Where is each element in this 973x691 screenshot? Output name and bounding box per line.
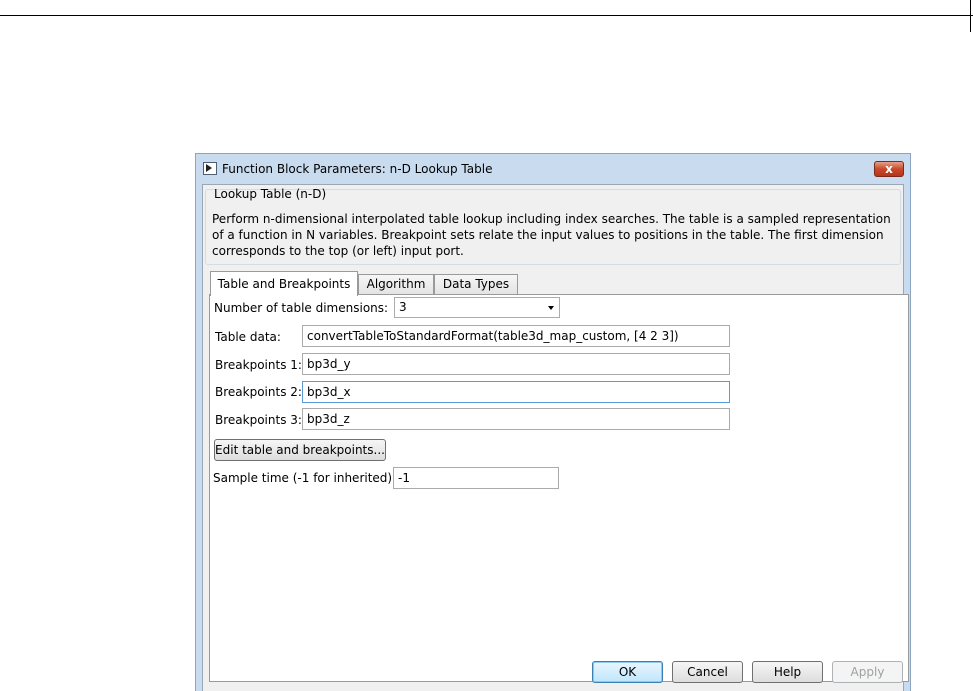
sample-time-label: Sample time (-1 for inherited): (213, 471, 397, 485)
tab-panel: Number of table dimensions: 3 Table data… (209, 294, 909, 682)
dimensions-label: Number of table dimensions: (214, 301, 389, 315)
title-bar[interactable]: Function Block Parameters: n-D Lookup Ta… (196, 154, 910, 184)
breakpoints-1-input[interactable]: bp3d_y (302, 353, 730, 375)
cancel-button[interactable]: Cancel (672, 661, 743, 683)
description-text: Perform n-dimensional interpolated table… (212, 212, 891, 258)
breakpoints-2-label: Breakpoints 2: (215, 385, 302, 399)
description-title: Lookup Table (n-D) (214, 187, 327, 201)
page-header-rule (0, 0, 973, 32)
chevron-down-icon (548, 306, 554, 310)
tab-algorithm[interactable]: Algorithm (358, 274, 434, 295)
ok-button[interactable]: OK (592, 661, 663, 683)
close-button[interactable]: x (874, 161, 904, 177)
description-group: Lookup Table (n-D) Perform n-dimensional… (205, 187, 901, 265)
sample-time-input[interactable]: -1 (393, 467, 559, 489)
tab-data-types[interactable]: Data Types (434, 274, 518, 295)
breakpoints-3-input[interactable]: bp3d_z (302, 408, 730, 430)
edit-table-button[interactable]: Edit table and breakpoints... (214, 439, 386, 461)
dimensions-dropdown[interactable]: 3 (394, 297, 560, 318)
dialog-body: Lookup Table (n-D) Perform n-dimensional… (202, 184, 909, 691)
help-button[interactable]: Help (752, 661, 823, 683)
breakpoints-2-input[interactable]: bp3d_x (302, 381, 730, 403)
window-title: Function Block Parameters: n-D Lookup Ta… (222, 162, 493, 176)
table-data-label: Table data: (215, 330, 281, 344)
breakpoints-3-label: Breakpoints 3: (215, 413, 302, 427)
simulink-block-icon (203, 162, 217, 175)
block-parameters-dialog: Function Block Parameters: n-D Lookup Ta… (195, 153, 911, 691)
tab-table-and-breakpoints[interactable]: Table and Breakpoints (210, 271, 358, 296)
apply-button[interactable]: Apply (832, 661, 903, 683)
table-data-input[interactable]: convertTableToStandardFormat(table3d_map… (302, 325, 730, 347)
dimensions-value: 3 (399, 300, 407, 314)
breakpoints-1-label: Breakpoints 1: (215, 358, 302, 372)
header-tick (970, 0, 971, 32)
